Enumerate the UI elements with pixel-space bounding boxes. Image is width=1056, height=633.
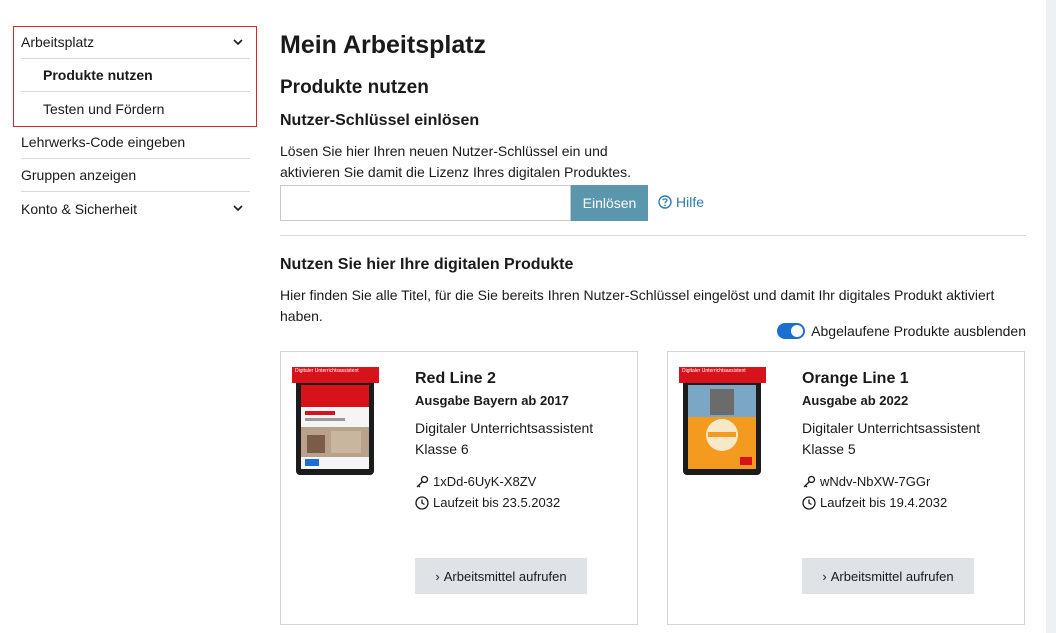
help-link[interactable]: Hilfe <box>658 194 704 210</box>
chevron-right-icon: › <box>822 568 827 584</box>
product-type: Digitaler Unterrichtsassistent Klasse 6 <box>415 418 625 460</box>
product-title: Red Line 2 <box>415 370 496 387</box>
key-title: Nutzer-Schlüssel einlösen <box>280 112 480 129</box>
product-grade: Klasse 6 <box>415 441 469 457</box>
question-circle-icon <box>658 195 672 209</box>
product-cover-image: Digitaler Unterrichtsassistent <box>679 367 766 475</box>
sidebar-item-produkte-nutzen[interactable]: Produkte nutzen <box>21 59 250 92</box>
sidebar-item-label: Arbeitsplatz <box>21 34 95 50</box>
product-code: wNdv-NbXW-7GGr <box>820 474 931 489</box>
open-materials-label: Arbeitsmittel aufrufen <box>443 568 567 584</box>
page: Arbeitsplatz Produkte nutzen Testen und … <box>0 0 1046 633</box>
redeem-button[interactable]: Einlösen <box>571 185 648 221</box>
clock-icon <box>415 495 429 510</box>
open-materials-button[interactable]: › Arbeitsmittel aufrufen <box>802 558 974 594</box>
cover-banner: Digitaler Unterrichtsassistent <box>679 367 766 383</box>
open-materials-label: Arbeitsmittel aufrufen <box>830 568 954 584</box>
product-runtime: Laufzeit bis 23.5.2032 <box>433 495 561 510</box>
product-code: 1xDd-6UyK-X8ZV <box>433 474 537 489</box>
sidebar-item-konto[interactable]: Konto & Sicherheit <box>21 192 250 225</box>
cover-artwork <box>301 385 369 469</box>
product-grade: Klasse 5 <box>802 441 856 457</box>
key-description-line: aktivieren Sie damit die Lizenz Ihres di… <box>280 164 631 180</box>
product-cover-image: Digitaler Unterrichtsassistent <box>292 367 379 475</box>
key-description-line: Lösen Sie hier Ihren neuen Nutzer-Schlüs… <box>280 143 608 159</box>
sidebar-item-label: Lehrwerks-Code eingeben <box>21 134 186 150</box>
clock-icon <box>802 495 816 510</box>
divider <box>280 235 1026 236</box>
sidebar-item-testen-foerdern[interactable]: Testen und Fördern <box>21 92 250 125</box>
cover-banner: Digitaler Unterrichtsassistent <box>292 367 379 383</box>
cover-artwork <box>688 385 756 469</box>
sidebar-item-label: Gruppen anzeigen <box>21 167 137 183</box>
sidebar-item-label: Testen und Fördern <box>43 100 165 117</box>
products-title: Nutzen Sie hier Ihre digitalen Produkte <box>280 256 574 273</box>
sidebar: Arbeitsplatz Produkte nutzen Testen und … <box>13 26 258 225</box>
product-runtime-row: Laufzeit bis 23.5.2032 <box>415 495 560 510</box>
sidebar-item-label: Produkte nutzen <box>43 67 153 83</box>
chevron-right-icon: › <box>435 568 440 584</box>
product-type-label: Digitaler Unterrichtsassistent <box>802 420 981 436</box>
product-type: Digitaler Unterrichtsassistent Klasse 5 <box>802 418 1012 460</box>
product-title: Orange Line 1 <box>802 370 909 387</box>
key-icon <box>416 475 429 487</box>
chevron-down-icon <box>233 205 243 212</box>
product-runtime: Laufzeit bis 19.4.2032 <box>820 495 948 510</box>
sidebar-item-gruppen[interactable]: Gruppen anzeigen <box>21 159 250 192</box>
key-description: Lösen Sie hier Ihren neuen Nutzer-Schlüs… <box>280 141 700 183</box>
product-card: Digitaler Unterrichtsassistent Orange Li… <box>667 351 1025 625</box>
sidebar-item-label: Konto & Sicherheit <box>21 200 137 217</box>
key-icon <box>803 475 816 487</box>
key-input[interactable] <box>280 185 571 221</box>
section-title: Produkte nutzen <box>280 77 429 98</box>
sidebar-item-lehrwerks-code[interactable]: Lehrwerks-Code eingeben <box>21 126 250 159</box>
products-description: Hier finden Sie alle Titel, für die Sie … <box>280 287 995 324</box>
hide-expired-toggle[interactable] <box>777 323 806 339</box>
product-type-label: Digitaler Unterrichtsassistent <box>415 420 594 436</box>
help-label: Hilfe <box>676 194 705 210</box>
sidebar-item-arbeitsplatz[interactable]: Arbeitsplatz <box>21 26 250 59</box>
page-title: Mein Arbeitsplatz <box>280 31 487 59</box>
hide-expired-toggle-row: Abgelaufene Produkte ausblenden <box>777 323 1026 339</box>
product-runtime-row: Laufzeit bis 19.4.2032 <box>802 495 947 510</box>
product-edition: Ausgabe ab 2022 <box>802 393 909 408</box>
product-card: Digitaler Unterrichtsassistent Red Line … <box>280 351 638 625</box>
product-edition: Ausgabe Bayern ab 2017 <box>415 393 569 408</box>
chevron-down-icon <box>233 39 243 46</box>
product-code-row: 1xDd-6UyK-X8ZV <box>415 474 536 489</box>
product-code-row: wNdv-NbXW-7GGr <box>802 474 930 489</box>
open-materials-button[interactable]: › Arbeitsmittel aufrufen <box>415 558 587 594</box>
toggle-label: Abgelaufene Produkte ausblenden <box>811 323 1026 339</box>
